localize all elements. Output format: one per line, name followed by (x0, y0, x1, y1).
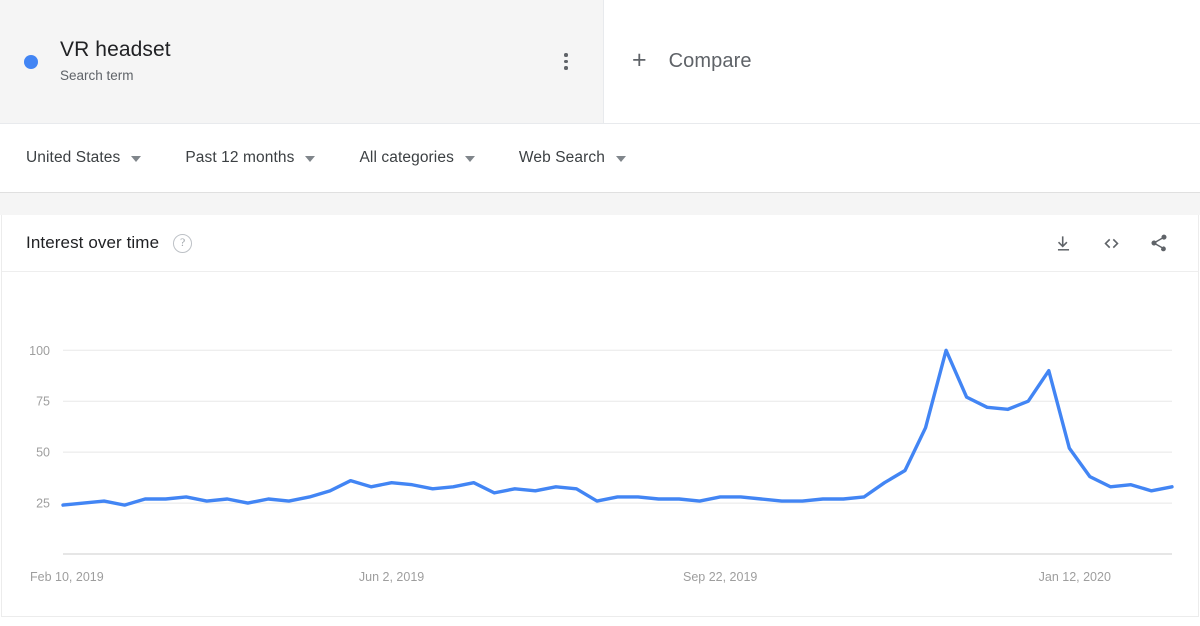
dot (564, 53, 568, 57)
card-actions (1032, 226, 1176, 260)
series-color-dot (24, 54, 38, 69)
chevron-down-icon (305, 156, 316, 162)
filter-location-label: United States (26, 149, 121, 166)
dot (564, 66, 568, 70)
search-term-subtitle: Search term (60, 68, 134, 83)
compare-label: Compare (668, 50, 752, 72)
filter-search-type-label: Web Search (518, 149, 605, 166)
filter-category[interactable]: All categories (359, 149, 475, 167)
help-circle-icon[interactable]: ? (173, 233, 193, 253)
download-icon[interactable] (1046, 226, 1080, 260)
search-term-bar: VR headset Search term + Compare (0, 0, 1200, 124)
search-term-text: VR headset Search term (60, 37, 171, 86)
filter-bar: United States Past 12 months All categor… (0, 124, 1200, 193)
add-compare-button[interactable]: + Compare (604, 0, 1200, 123)
y-axis-tick-label: 50 (36, 446, 50, 460)
share-icon[interactable] (1142, 226, 1176, 260)
embed-code-icon[interactable] (1094, 226, 1128, 260)
chevron-down-icon (131, 156, 142, 162)
chevron-down-icon (464, 156, 475, 162)
x-axis-tick-label: Jan 12, 2020 (1039, 570, 1111, 584)
chart-svg: 25 50 75 100 Feb 10, 2019 Jun 2, 2019 Sep 22, … (29, 344, 1174, 584)
chevron-down-icon (615, 156, 626, 162)
interest-over-time-chart[interactable]: 25 50 75 100 Feb 10, 2019 Jun 2, 2019 Sep 22, … (2, 272, 1198, 616)
filter-location[interactable]: United States (26, 149, 142, 167)
y-axis-tick-label: 100 (29, 344, 50, 358)
search-term-card[interactable]: VR headset Search term (0, 0, 604, 123)
data-line-vr-headset (61, 348, 1174, 507)
plus-icon: + (632, 46, 647, 74)
y-axis-tick-label: 75 (36, 395, 50, 409)
filter-timerange[interactable]: Past 12 months (185, 149, 316, 167)
y-axis-tick-label: 25 (36, 497, 50, 511)
x-axis-tick-label: Jun 2, 2019 (359, 570, 424, 584)
more-vert-icon[interactable] (551, 47, 581, 77)
filter-timerange-label: Past 12 months (185, 149, 295, 166)
x-axis-tick-label: Feb 10, 2019 (30, 570, 104, 584)
section-gap (0, 193, 1200, 215)
page-title: Interest over time (26, 233, 160, 252)
interest-over-time-card: Interest over time ? 25 50 75 100 Feb 10… (1, 215, 1199, 617)
search-term-title: VR headset (60, 38, 171, 61)
card-header: Interest over time ? (2, 215, 1198, 272)
filter-search-type[interactable]: Web Search (519, 149, 626, 167)
filter-category-label: All categories (359, 149, 454, 166)
x-axis-tick-label: Sep 22, 2019 (683, 570, 757, 584)
dot (564, 59, 568, 64)
